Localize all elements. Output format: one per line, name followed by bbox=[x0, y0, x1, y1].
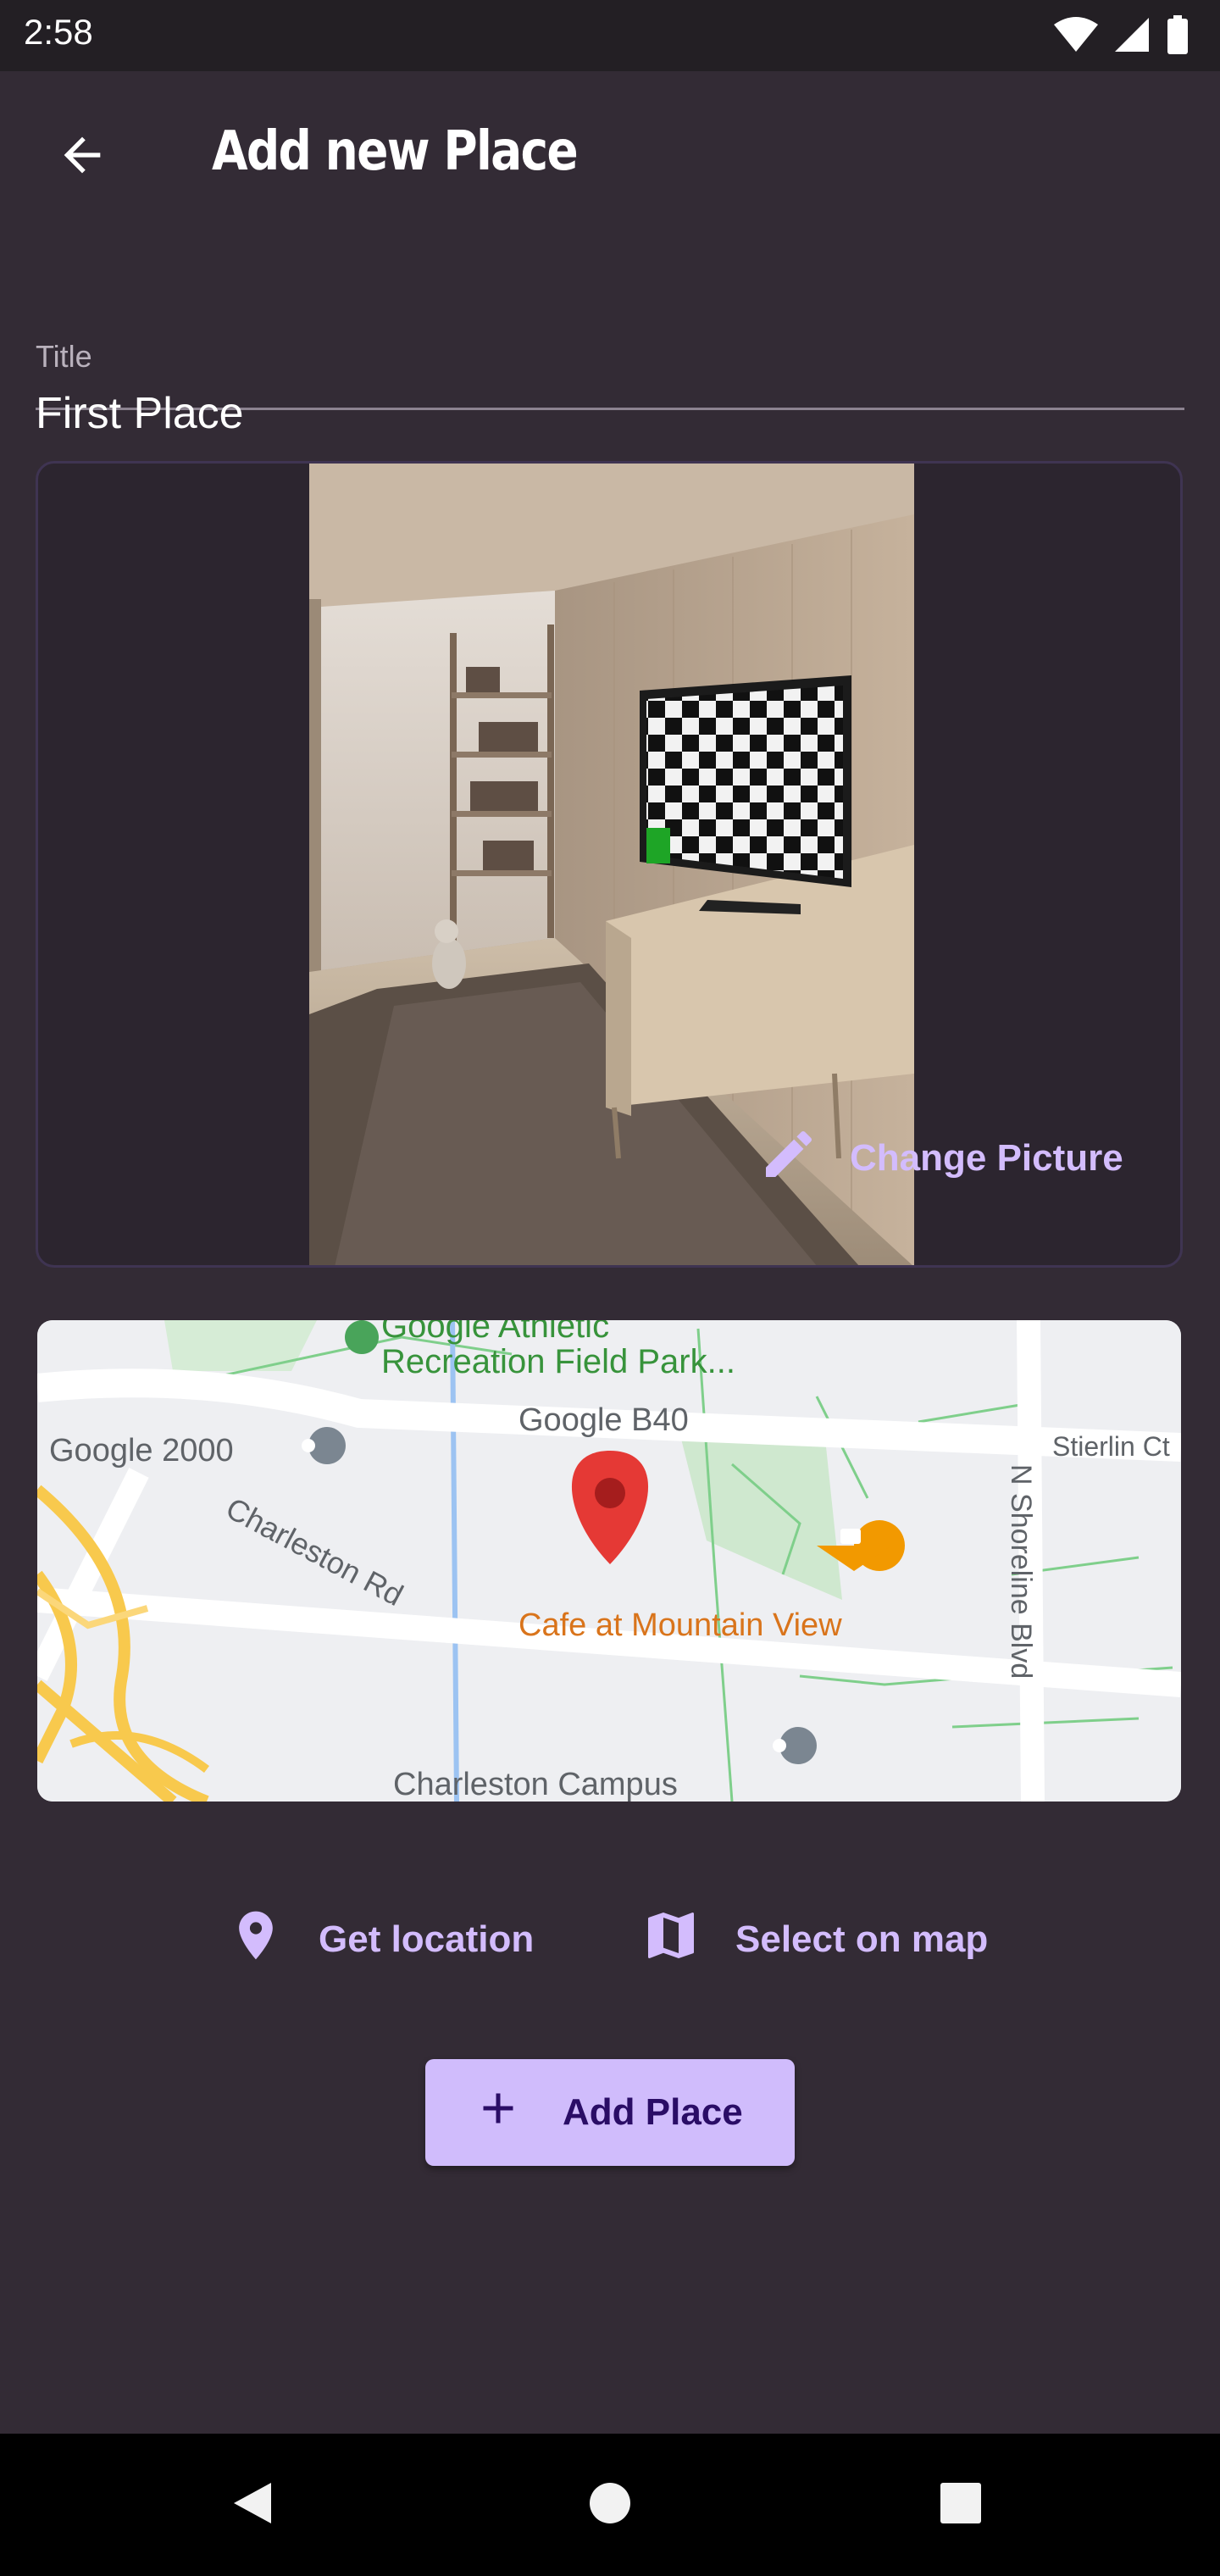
app-screen: Add new Place Title First Place Change P… bbox=[0, 71, 1220, 2434]
nav-home-button[interactable] bbox=[576, 2471, 644, 2539]
map-label-stierlin: Stierlin Ct bbox=[1052, 1431, 1170, 1462]
nav-recents-icon bbox=[937, 2479, 984, 2531]
status-time: 2:58 bbox=[24, 12, 93, 52]
map-label-google-b40: Google B40 bbox=[518, 1402, 689, 1438]
wifi-icon bbox=[1054, 16, 1098, 58]
map-label-google-2000: Google 2000 bbox=[49, 1433, 234, 1468]
system-nav-bar bbox=[0, 2434, 1220, 2576]
arrow-back-icon bbox=[55, 128, 109, 186]
map-label-poi-top: Google Athletic bbox=[381, 1320, 609, 1345]
change-picture-label: Change Picture bbox=[850, 1137, 1123, 1179]
add-place-label: Add Place bbox=[563, 2091, 743, 2133]
title-field[interactable]: Title First Place bbox=[36, 264, 1184, 438]
map-label-cafe: Cafe at Mountain View bbox=[518, 1607, 842, 1643]
status-bar: 2:58 bbox=[0, 0, 1220, 71]
nav-home-icon bbox=[586, 2479, 634, 2531]
title-field-label: Title bbox=[36, 339, 92, 374]
status-icons bbox=[1054, 15, 1190, 58]
signal-icon bbox=[1113, 16, 1151, 58]
title-field-value[interactable]: First Place bbox=[36, 388, 244, 439]
map-preview[interactable]: Google Athletic Recreation Field Park...… bbox=[37, 1320, 1181, 1802]
nav-back-button[interactable] bbox=[219, 2471, 286, 2539]
add-place-button[interactable]: Add Place bbox=[425, 2059, 795, 2166]
back-button[interactable] bbox=[44, 119, 120, 195]
page-title: Add new Place bbox=[212, 120, 579, 183]
nav-back-icon bbox=[229, 2479, 276, 2531]
nav-recents-button[interactable] bbox=[927, 2471, 995, 2539]
location-pin-icon bbox=[227, 1905, 285, 1975]
change-picture-button[interactable]: Change Picture bbox=[758, 1116, 1123, 1201]
plus-icon bbox=[473, 2083, 524, 2143]
select-on-map-button[interactable]: Select on map bbox=[640, 1893, 988, 1986]
app-bar: Add new Place bbox=[0, 71, 1220, 241]
image-preview-card: Change Picture bbox=[36, 461, 1183, 1268]
map-label-shoreline: N Shoreline Blvd bbox=[1005, 1464, 1037, 1679]
map-label-poi-top-2: Recreation Field Park... bbox=[381, 1343, 735, 1380]
map-label-charleston-campus: Charleston Campus bbox=[393, 1767, 678, 1802]
select-on-map-label: Select on map bbox=[735, 1918, 989, 1960]
battery-icon bbox=[1166, 15, 1190, 58]
location-actions: Get location Select on map bbox=[0, 1893, 1220, 1986]
get-location-label: Get location bbox=[319, 1918, 535, 1960]
pencil-icon bbox=[758, 1124, 819, 1194]
map-icon bbox=[640, 1905, 702, 1975]
get-location-button[interactable]: Get location bbox=[227, 1893, 534, 1986]
